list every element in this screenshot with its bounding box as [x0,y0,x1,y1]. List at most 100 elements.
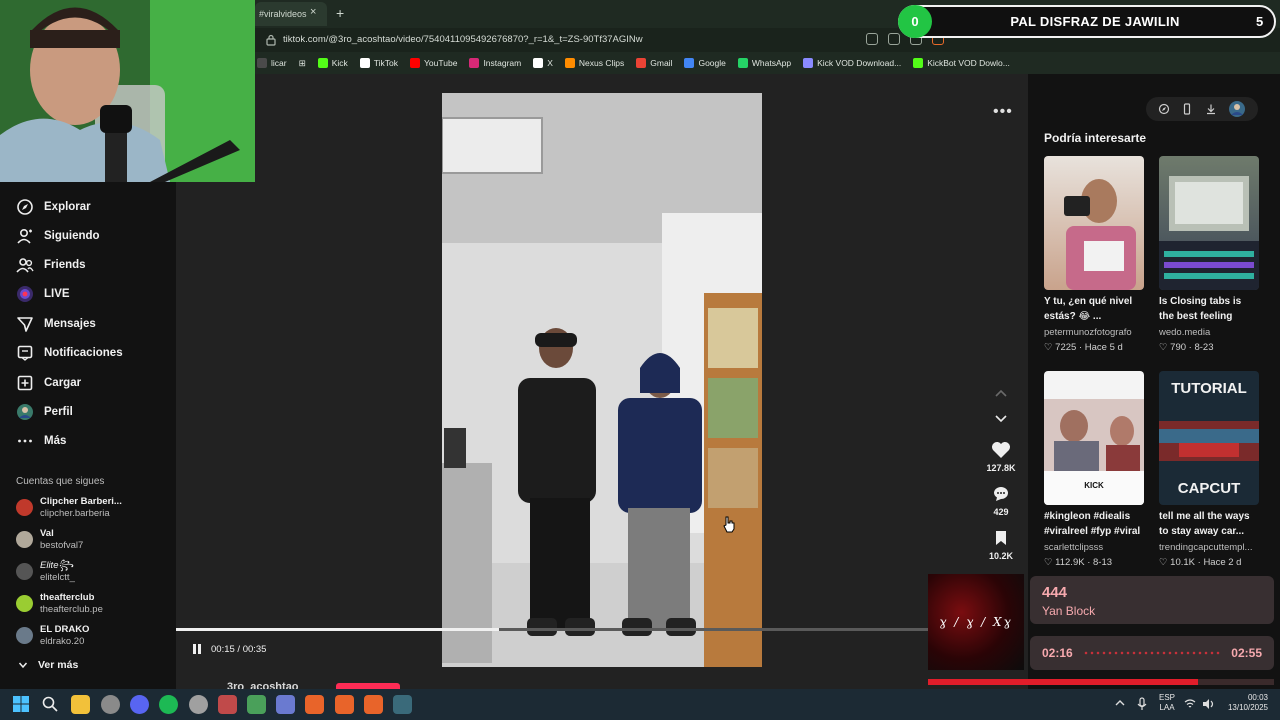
apps-grid-icon[interactable]: ⊞ [299,58,306,69]
save-button[interactable]: 10.2K [983,529,1019,561]
sidebar-item-siguiendo[interactable]: Siguiendo [16,227,100,245]
bookmarks-bar: licar ⊞ Kick TikTok YouTube Instagram X Nexus C… [255,52,1280,74]
followed-account[interactable]: EL DRAKO eldrako.20 [16,624,89,648]
spotify-icon[interactable] [159,695,178,714]
account-name: EL DRAKO [40,624,90,635]
system-clock[interactable]: 00:03 13/10/2025 [1224,693,1268,713]
account-name: Val [40,528,54,539]
card-meta: ♡ 7225 · Hace 5 d [1044,342,1123,353]
bookmark-item[interactable]: Kick VOD Download... [803,58,901,68]
sidebar-item-mensajes[interactable]: Mensajes [16,315,96,333]
sidebar-item-label: Perfil [44,406,73,418]
bookmark-item[interactable]: YouTube [410,58,457,68]
card-likes: 112.9K [1055,557,1085,568]
brave-browser-icon[interactable] [364,695,383,714]
see-more-button[interactable]: Ver más [18,659,78,671]
bookmark-item[interactable]: X [533,58,553,68]
brave-browser-icon[interactable] [305,695,324,714]
followed-account[interactable]: Clipcher Barberi... clipcher.barberia [16,496,122,520]
download-icon[interactable] [1205,103,1217,115]
bookmark-item[interactable]: Gmail [636,58,672,68]
like-button[interactable]: 127.8K [983,441,1019,473]
screenshot-icon[interactable] [888,33,900,45]
account-name: theafterclub [40,592,95,603]
bookmark-item[interactable]: Instagram [469,58,521,68]
file-explorer-icon[interactable] [71,695,90,714]
card-meta: ♡ 790 · 8-23 [1159,342,1214,353]
bookmark-item[interactable]: licar ⊞ [257,58,306,69]
recommended-video-card[interactable]: KICK #kingleon #diealis #viralreel #fyp … [1044,371,1144,569]
brave-browser-icon[interactable] [335,695,354,714]
url-text[interactable]: tiktok.com/@3ro_acoshtao/video/754041109… [283,34,643,45]
sidebar-item-cargar[interactable]: Cargar [16,374,81,392]
language-indicator[interactable]: ESP LAA [1159,693,1175,713]
previous-video-icon[interactable] [994,388,1008,398]
sidebar-item-mas[interactable]: Más [16,432,66,450]
card-author: wedo.media [1159,327,1211,338]
hand-cursor-icon [723,516,735,533]
thumbnail-overlay-top: TUTORIAL [1171,380,1247,397]
comment-count: 429 [993,507,1009,517]
notifications-icon [17,345,33,361]
discord-icon[interactable] [130,695,149,714]
next-video-icon[interactable] [994,414,1008,424]
mobile-icon[interactable] [1181,103,1193,115]
bookmark-item[interactable]: WhatsApp [737,58,791,68]
avatar [16,595,33,612]
tf-app-icon[interactable] [218,695,237,714]
account-name: Clipcher Barberi... [40,496,122,507]
site-info-icon[interactable] [266,34,276,46]
bookmark-label: licar [271,58,287,68]
recommended-video-card[interactable]: TUTORIAL CAPCUT tell me all the ways to … [1159,371,1259,569]
chevron-up-icon[interactable] [1114,698,1126,708]
bookmark-favicon-icon [317,58,328,68]
app-icon[interactable] [247,695,266,714]
sidebar-item-label: Mensajes [44,318,96,330]
extension-icon[interactable] [866,33,878,45]
more-icon [18,439,32,443]
sidebar-item-explorar[interactable]: Explorar [16,198,91,216]
sidebar-item-perfil[interactable]: Perfil [16,403,73,421]
compass-small-icon[interactable] [1158,103,1170,115]
bookmark-item[interactable]: Nexus Clips [564,58,624,68]
now-playing-info: 444 Yan Block [1030,576,1274,624]
obs-icon[interactable] [189,695,208,714]
tab-title: #viralvideos [259,9,307,19]
bookmark-item[interactable]: Kick [317,58,348,68]
card-meta: ♡ 10.1K · Hace 2 d [1159,557,1242,568]
windows-start-icon[interactable] [13,696,29,712]
app-icon[interactable] [393,695,412,714]
search-icon[interactable] [42,696,58,712]
video-player[interactable] [442,93,762,667]
recommendations-title: Podría interesarte [1044,131,1147,145]
bookmark-favicon-icon [359,58,370,68]
pause-icon[interactable] [191,643,203,655]
followed-account[interactable]: theafterclub theafterclub.pe [16,592,103,616]
bookmark-item[interactable]: KickBot VOD Dowlo... [913,58,1010,68]
app-icon[interactable] [276,695,295,714]
recommended-video-card[interactable]: Y tu, ¿en qué nivel estás? 😂 ... petermu… [1044,156,1144,354]
bookmark-favicon-icon [803,58,814,68]
followed-account[interactable]: Val bestofval7 [16,528,83,552]
bookmark-label: Gmail [650,58,673,68]
volume-icon[interactable] [1202,698,1216,710]
now-playing-timebar: 02:16 02:55 [1030,636,1274,670]
microphone-icon[interactable] [1136,697,1148,711]
bookmark-item[interactable]: Google [684,58,726,68]
bookmark-icon [996,531,1006,545]
sidebar-item-live[interactable]: LIVE [16,285,70,303]
settings-app-icon[interactable] [101,695,120,714]
sidebar-item-notificaciones[interactable]: Notificaciones [16,344,123,362]
heart-icon [992,442,1010,458]
followed-account[interactable]: Elite꧂ elitelctt_ [16,560,75,584]
comment-button[interactable]: 429 [983,485,1019,517]
recommended-video-card[interactable]: Is Closing tabs is the best feeling afte… [1159,156,1259,354]
more-options-icon[interactable]: ••• [993,103,1013,121]
wifi-icon[interactable] [1184,698,1196,710]
bookmark-item[interactable]: TikTok [359,58,398,68]
sidebar-item-friends[interactable]: Friends [16,256,86,274]
new-tab-button[interactable]: + [336,5,344,21]
streamer-webcam-image [0,0,255,182]
close-tab-icon[interactable]: × [310,6,316,18]
account-avatar-icon[interactable] [1228,100,1246,118]
